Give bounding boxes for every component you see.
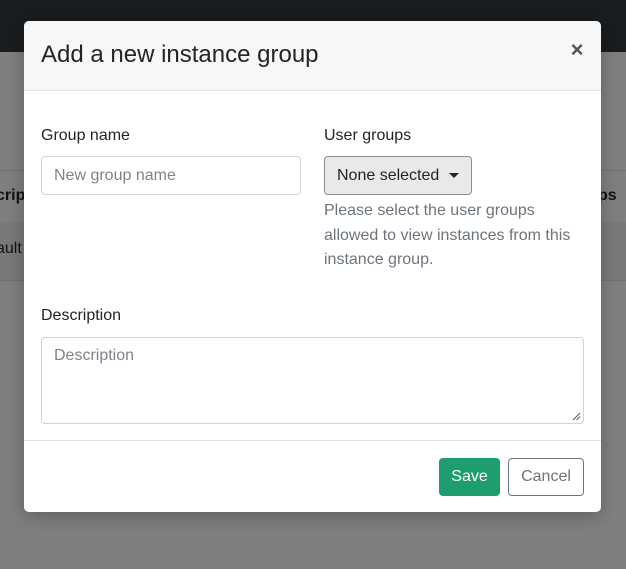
resize-grip-icon[interactable] xyxy=(572,412,581,421)
user-groups-selected: None selected xyxy=(337,166,440,184)
cancel-button[interactable]: Cancel xyxy=(508,458,584,496)
modal-title: Add a new instance group xyxy=(41,41,319,68)
description-label: Description xyxy=(41,307,122,324)
close-icon[interactable]: × xyxy=(564,37,590,63)
group-name-label: Group name xyxy=(41,127,130,144)
modal-footer: Save Cancel xyxy=(24,440,601,512)
caret-down-icon xyxy=(449,173,459,178)
user-groups-label: User groups xyxy=(324,127,412,144)
user-groups-dropdown[interactable]: None selected xyxy=(324,156,472,195)
user-groups-help-text: Please select the user groups allowed to… xyxy=(324,202,571,268)
description-textarea[interactable] xyxy=(41,337,584,424)
save-button[interactable]: Save xyxy=(439,458,500,496)
modal-header: Add a new instance group × xyxy=(24,21,601,91)
add-instance-group-modal: Add a new instance group × Group name Us… xyxy=(24,21,601,512)
group-name-input[interactable] xyxy=(41,156,301,195)
